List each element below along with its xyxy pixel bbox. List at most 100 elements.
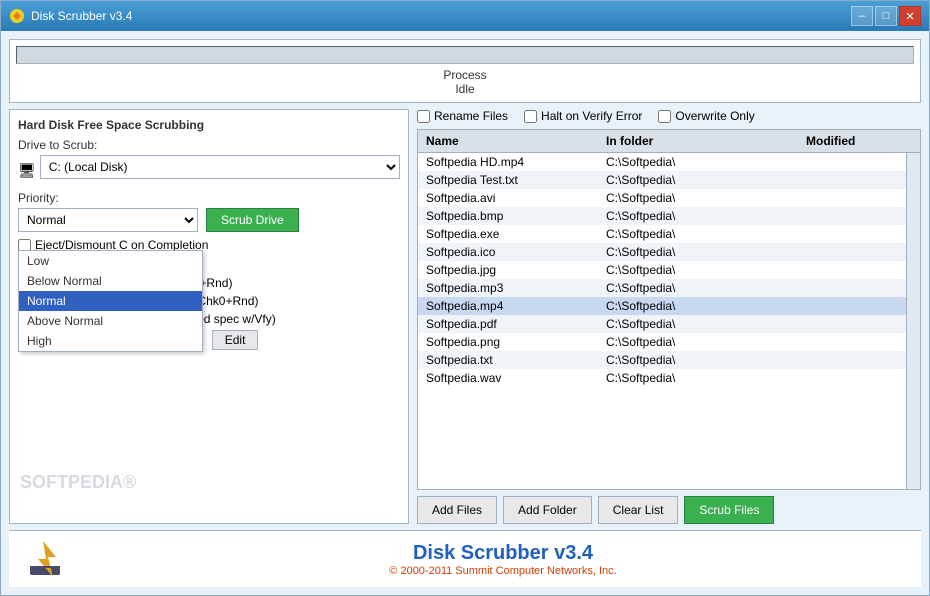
overwrite-only-checkbox[interactable] <box>658 110 671 123</box>
dropdown-item-below-normal[interactable]: Below Normal <box>19 271 202 291</box>
file-folder: C:\Softpedia\ <box>598 244 798 260</box>
halt-verify-label: Halt on Verify Error <box>524 109 642 123</box>
app-window: Disk Scrubber v3.4 – □ ✕ Process Idle Ha… <box>0 0 930 596</box>
file-name: Softpedia.exe <box>418 226 598 242</box>
file-row[interactable]: Softpedia.txtC:\Softpedia\ <box>418 351 906 369</box>
file-folder: C:\Softpedia\ <box>598 226 798 242</box>
halt-verify-text: Halt on Verify Error <box>541 109 642 123</box>
file-name: Softpedia HD.mp4 <box>418 154 598 170</box>
file-folder: C:\Softpedia\ <box>598 334 798 350</box>
file-row[interactable]: Softpedia.wavC:\Softpedia\ <box>418 369 906 387</box>
file-modified <box>798 352 906 368</box>
file-folder: C:\Softpedia\ <box>598 190 798 206</box>
file-name: Softpedia.jpg <box>418 262 598 278</box>
edit-button[interactable]: Edit <box>212 330 259 350</box>
file-row[interactable]: Softpedia.pngC:\Softpedia\ <box>418 333 906 351</box>
progress-section: Process Idle <box>9 39 921 103</box>
priority-row: Low Below Normal Normal Above Normal Hig… <box>18 208 400 232</box>
priority-label: Priority: <box>18 191 400 205</box>
file-modified <box>798 280 906 296</box>
file-name: Softpedia.pdf <box>418 316 598 332</box>
file-row[interactable]: Softpedia.mp3C:\Softpedia\ <box>418 279 906 297</box>
file-folder: C:\Softpedia\ <box>598 352 798 368</box>
file-name: Softpedia Test.txt <box>418 172 598 188</box>
file-modified <box>798 316 906 332</box>
minimize-button[interactable]: – <box>851 6 873 26</box>
file-row[interactable]: Softpedia.aviC:\Softpedia\ <box>418 189 906 207</box>
dropdown-item-low[interactable]: Low <box>19 251 202 271</box>
file-folder: C:\Softpedia\ <box>598 316 798 332</box>
file-list-container: Name In folder Modified Softpedia HD.mp4… <box>417 129 921 490</box>
watermark: SOFTPEDIA® <box>20 472 136 493</box>
progress-bar-container <box>16 46 914 64</box>
title-bar-buttons: – □ ✕ <box>851 6 921 26</box>
file-name: Softpedia.bmp <box>418 208 598 224</box>
process-status: Idle <box>455 82 474 96</box>
rename-files-text: Rename Files <box>434 109 508 123</box>
file-folder: C:\Softpedia\ <box>598 154 798 170</box>
priority-select[interactable]: Low Below Normal Normal Above Normal Hig… <box>18 208 198 232</box>
maximize-button[interactable]: □ <box>875 6 897 26</box>
header-name: Name <box>418 132 598 150</box>
footer-logo <box>25 539 85 579</box>
file-row[interactable]: Softpedia.exeC:\Softpedia\ <box>418 225 906 243</box>
file-modified <box>798 244 906 260</box>
scrub-files-button[interactable]: Scrub Files <box>684 496 774 524</box>
file-modified <box>798 334 906 350</box>
footer-icon <box>28 539 83 579</box>
add-files-button[interactable]: Add Files <box>417 496 497 524</box>
file-folder: C:\Softpedia\ <box>598 370 798 386</box>
file-modified <box>798 154 906 170</box>
overwrite-only-label: Overwrite Only <box>658 109 754 123</box>
overwrite-only-text: Overwrite Only <box>675 109 754 123</box>
header-folder: In folder <box>598 132 798 150</box>
footer-copyright: © 2000-2011 Summit Computer Networks, In… <box>389 565 616 577</box>
file-folder: C:\Softpedia\ <box>598 208 798 224</box>
file-row[interactable]: Softpedia.pdfC:\Softpedia\ <box>418 315 906 333</box>
window-title: Disk Scrubber v3.4 <box>31 9 132 23</box>
scrub-drive-button[interactable]: Scrub Drive <box>206 208 299 232</box>
file-row[interactable]: Softpedia.mp4C:\Softpedia\ <box>418 297 906 315</box>
title-bar: Disk Scrubber v3.4 – □ ✕ <box>1 1 929 31</box>
file-modified <box>798 370 906 386</box>
drive-icon: 🖥 <box>18 162 36 179</box>
dropdown-item-above-normal[interactable]: Above Normal <box>19 311 202 331</box>
file-name: Softpedia.mp4 <box>418 298 598 314</box>
priority-dropdown: Low Below Normal Normal Above Normal Hig… <box>18 250 203 352</box>
halt-verify-checkbox[interactable] <box>524 110 537 123</box>
rename-files-label: Rename Files <box>417 109 508 123</box>
file-name: Softpedia.avi <box>418 190 598 206</box>
file-modified <box>798 190 906 206</box>
drive-select[interactable]: C: (Local Disk) <box>40 155 400 179</box>
header-scrollbar-space <box>906 132 920 150</box>
file-name: Softpedia.mp3 <box>418 280 598 296</box>
file-row[interactable]: Softpedia.icoC:\Softpedia\ <box>418 243 906 261</box>
file-row[interactable]: Softpedia.jpgC:\Softpedia\ <box>418 261 906 279</box>
footer-title: Disk Scrubber v3.4 <box>413 542 593 565</box>
file-modified <box>798 262 906 278</box>
file-row[interactable]: Softpedia.bmpC:\Softpedia\ <box>418 207 906 225</box>
file-list-header: Name In folder Modified <box>418 130 920 153</box>
dropdown-item-normal[interactable]: Normal <box>19 291 202 311</box>
dropdown-item-high[interactable]: High <box>19 331 202 351</box>
file-modified <box>798 172 906 188</box>
file-row[interactable]: Softpedia HD.mp4C:\Softpedia\ <box>418 153 906 171</box>
left-panel: Hard Disk Free Space Scrubbing Drive to … <box>9 109 409 524</box>
close-button[interactable]: ✕ <box>899 6 921 26</box>
file-row[interactable]: Softpedia Test.txtC:\Softpedia\ <box>418 171 906 189</box>
left-panel-title: Hard Disk Free Space Scrubbing <box>18 118 400 132</box>
clear-list-button[interactable]: Clear List <box>598 496 679 524</box>
priority-section: Low Below Normal Normal Above Normal Hig… <box>18 208 400 232</box>
file-name: Softpedia.ico <box>418 244 598 260</box>
scrollbar[interactable] <box>906 153 920 489</box>
file-list-body[interactable]: Softpedia HD.mp4C:\Softpedia\Softpedia T… <box>418 153 906 489</box>
file-name: Softpedia.png <box>418 334 598 350</box>
rename-files-checkbox[interactable] <box>417 110 430 123</box>
file-folder: C:\Softpedia\ <box>598 172 798 188</box>
add-folder-button[interactable]: Add Folder <box>503 496 592 524</box>
file-name: Softpedia.txt <box>418 352 598 368</box>
app-icon <box>9 8 25 24</box>
process-label: Process Idle <box>443 68 486 96</box>
process-text: Process <box>443 68 486 82</box>
title-bar-left: Disk Scrubber v3.4 <box>9 8 132 24</box>
